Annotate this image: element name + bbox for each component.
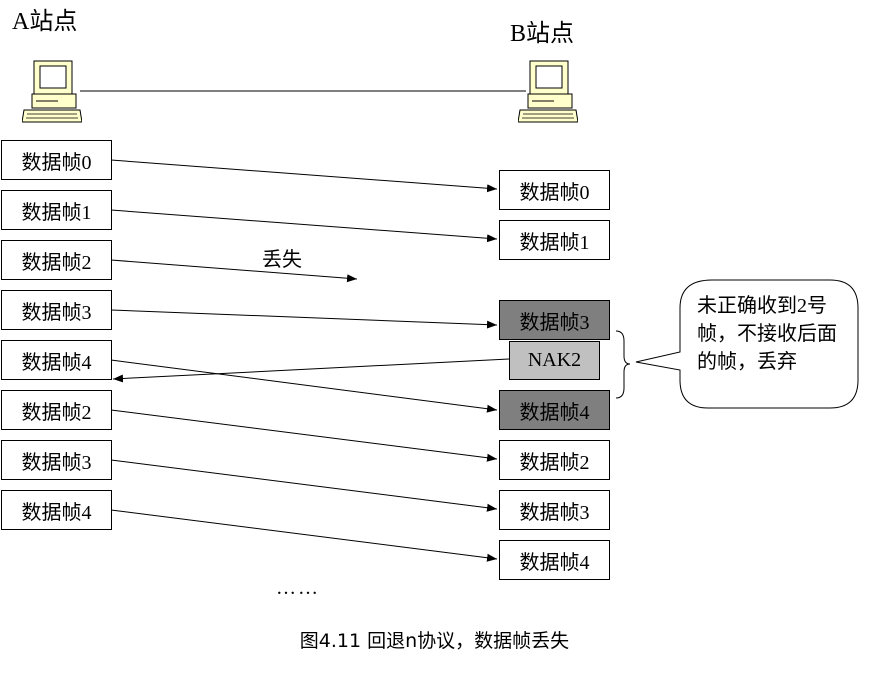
sender-frame-3: 数据帧3 xyxy=(1,290,112,330)
transmit-arrow-frame3 xyxy=(110,309,498,329)
receiver-frame-2: 数据帧2 xyxy=(499,440,610,480)
callout-text: 未正确收到2号帧，不接收后面的帧，丢弃 xyxy=(697,295,837,373)
transmit-arrow-frame4 xyxy=(110,359,498,413)
retransmit-arrow-frame4 xyxy=(110,509,498,562)
nak-arrow xyxy=(112,358,510,383)
receiver-frame-1: 数据帧1 xyxy=(499,220,610,260)
figure-caption: 图4.11 回退n协议，数据帧丢失 xyxy=(299,630,570,652)
sender-frame-retransmit-4: 数据帧4 xyxy=(1,490,112,530)
receiver-frame-4: 数据帧4 xyxy=(499,540,610,580)
sender-frame-retransmit-3: 数据帧3 xyxy=(1,440,112,480)
discard-brace xyxy=(615,330,631,399)
receiver-frame-3-discarded: 数据帧3 xyxy=(499,300,610,340)
sender-frame-retransmit-2: 数据帧2 xyxy=(1,390,112,430)
retransmit-arrow-frame3 xyxy=(110,459,498,512)
sender-frame-2: 数据帧2 xyxy=(1,240,112,280)
transmit-arrow-frame1 xyxy=(110,209,498,243)
receiver-frame-0: 数据帧0 xyxy=(499,170,610,210)
transmit-arrow-frame0 xyxy=(110,159,498,193)
sender-frame-1: 数据帧1 xyxy=(1,190,112,230)
receiver-frame-3: 数据帧3 xyxy=(499,490,610,530)
lost-arrow-frame2 xyxy=(110,259,358,283)
retransmit-arrow-frame2 xyxy=(110,409,498,462)
nak-frame: NAK2 xyxy=(509,341,600,380)
lost-label: 丢失 xyxy=(262,249,302,271)
receiver-frame-4-discarded: 数据帧4 xyxy=(499,390,610,430)
sender-frame-4: 数据帧4 xyxy=(1,340,112,380)
ellipsis: …… xyxy=(276,577,320,599)
sender-frame-0: 数据帧0 xyxy=(1,140,112,180)
